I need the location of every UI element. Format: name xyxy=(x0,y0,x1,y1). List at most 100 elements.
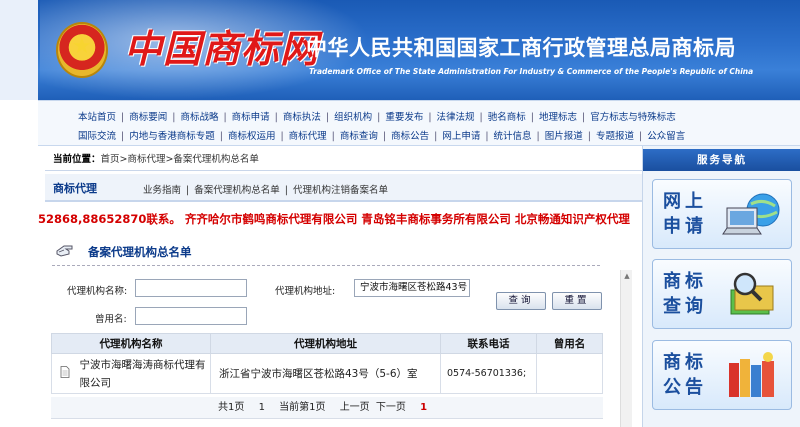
pager-count: 1 xyxy=(258,402,265,413)
nav-row1-item[interactable]: 驰名商标 xyxy=(488,112,526,123)
books-icon xyxy=(729,352,774,397)
pager-total: 共1页 xyxy=(218,402,245,413)
agency-links: 业务指南 | 备案代理机构总名单 | 代理机构注销备案名单 xyxy=(143,182,388,196)
trademark-announcement-label: 商标公告 xyxy=(663,352,707,398)
site-title-cn: 中华人民共和国国家工商行政管理总局商标局 xyxy=(306,36,736,60)
table-row[interactable]: 宁波市海曙海涛商标代理有限公司 浙江省宁波市海曙区苍松路43号（5-6）室 05… xyxy=(51,353,603,394)
nav-separator: | xyxy=(530,112,534,123)
service-nav-title: 服务导航 xyxy=(643,149,800,171)
agency-link[interactable]: 业务指南 xyxy=(143,185,181,196)
nav-separator: | xyxy=(485,131,489,142)
section-title: 备案代理机构总名单 xyxy=(88,245,192,259)
agency-subnav: 商标代理 业务指南 | 备案代理机构总名单 | 代理机构注销备案名单 xyxy=(45,174,642,202)
pager-prev-link[interactable]: 上一页 xyxy=(340,402,370,413)
content-scrollbar[interactable]: ▲ xyxy=(620,270,632,427)
scroll-up-arrow-icon[interactable]: ▲ xyxy=(621,270,633,282)
nav-separator: | xyxy=(434,131,438,142)
news-marquee[interactable]: 52868,88652870联系。 齐齐哈尔市鹤鸣商标代理有限公司 青岛铭丰商标… xyxy=(38,208,642,230)
former-name-input[interactable] xyxy=(135,307,247,325)
service-nav-panel: 服务导航 网上申请 商标查询 商标公告 xyxy=(642,146,800,427)
agency-address-label: 代理机构地址: xyxy=(275,286,336,297)
nav-row1-item[interactable]: 法律法规 xyxy=(437,112,475,123)
col-header-address: 代理机构地址 xyxy=(210,333,441,354)
nav-row2-item[interactable]: 商标代理 xyxy=(289,131,327,142)
main-nav: 本站首页 | 商标要闻 | 商标战略 | 商标申请 | 商标执法 | 组织机构 | 重要发布 | 法律法规 |… xyxy=(38,100,800,146)
national-emblem-icon: ★ xyxy=(56,22,108,78)
agency-link-separator: | xyxy=(284,185,288,196)
agency-link-separator: | xyxy=(186,185,190,196)
nav-row1-item[interactable]: 商标战略 xyxy=(180,112,218,123)
breadcrumb-path[interactable]: 首页>商标代理>备案代理机构总名单 xyxy=(101,154,259,165)
nav-separator: | xyxy=(280,131,284,142)
site-title-en: Trademark Office of The State Administra… xyxy=(309,67,754,76)
agency-section-title: 商标代理 xyxy=(53,182,97,195)
section-divider xyxy=(52,265,600,266)
nav-separator: | xyxy=(121,112,125,123)
trademark-search-card[interactable]: 商标查询 xyxy=(652,259,792,329)
nav-separator: | xyxy=(638,131,643,142)
agency-link[interactable]: 备案代理机构总名单 xyxy=(194,185,280,196)
col-header-name: 代理机构名称 xyxy=(51,333,211,354)
nav-row1-item[interactable]: 商标申请 xyxy=(232,112,270,123)
nav-row1-item[interactable]: 组织机构 xyxy=(334,112,372,123)
former-name-label: 曾用名: xyxy=(95,314,127,325)
nav-separator: | xyxy=(382,131,387,142)
site-logo[interactable]: 中国商标网 xyxy=(124,18,319,73)
nav-row1-item[interactable]: 官方标志与特殊标志 xyxy=(590,112,676,123)
online-application-label: 网上申请 xyxy=(663,191,707,237)
nav-row2-item[interactable]: 公众留言 xyxy=(647,131,685,142)
nav-separator: | xyxy=(479,112,483,123)
nav-row1-item[interactable]: 地理标志 xyxy=(539,112,577,123)
breadcrumb: 当前位置：首页>商标代理>备案代理机构总名单 xyxy=(45,149,642,171)
nav-separator: | xyxy=(223,112,227,123)
nav-separator: | xyxy=(325,112,330,123)
nav-row2-item[interactable]: 商标权运用 xyxy=(228,131,276,142)
nav-row1-item[interactable]: 重要发布 xyxy=(385,112,423,123)
col-header-phone: 联系电话 xyxy=(440,333,537,354)
reset-button[interactable]: 重置 xyxy=(552,292,602,310)
nav-row-1: 本站首页 | 商标要闻 | 商标战略 | 商标申请 | 商标执法 | 组织机构 | 重要发布 | 法律法规 |… xyxy=(78,109,676,127)
row-former-name xyxy=(536,353,603,394)
nav-row1-item[interactable]: 本站首页 xyxy=(78,112,116,123)
pointing-hand-icon xyxy=(56,245,73,257)
online-application-card[interactable]: 网上申请 xyxy=(652,179,792,249)
nav-separator: | xyxy=(274,112,278,123)
nav-separator: | xyxy=(377,112,381,123)
nav-separator: | xyxy=(536,131,540,142)
pager-page-link[interactable]: 1 xyxy=(420,402,427,413)
trademark-announcement-card[interactable]: 商标公告 xyxy=(652,340,792,410)
site-banner: ★ 中国商标网 中华人民共和国国家工商行政管理总局商标局 Trademark O… xyxy=(0,0,800,100)
nav-row2-item[interactable]: 内地与香港商标专题 xyxy=(129,131,215,142)
nav-row2-item[interactable]: 统计信息 xyxy=(494,131,532,142)
nav-separator: | xyxy=(219,131,223,142)
agency-address-input[interactable]: 宁波市海曙区苍松路43号 xyxy=(354,279,470,297)
row-agency-phone: 0574-56701336; xyxy=(440,353,537,394)
document-icon xyxy=(51,353,78,394)
left-gutter xyxy=(0,100,38,427)
agency-link[interactable]: 代理机构注销备案名单 xyxy=(293,185,388,196)
nav-separator: | xyxy=(331,131,335,142)
nav-separator: | xyxy=(428,112,432,123)
pager-next-link[interactable]: 下一页 xyxy=(376,402,406,413)
nav-row2-item[interactable]: 商标公告 xyxy=(391,131,429,142)
nav-separator: | xyxy=(121,131,125,142)
nav-row-2: 国际交流 | 内地与香港商标专题 | 商标权运用 | 商标代理 | 商标查询 | 商标公告 | 网上申请… xyxy=(78,128,685,146)
trademark-search-label: 商标查询 xyxy=(663,271,707,317)
nav-row1-item[interactable]: 商标执法 xyxy=(283,112,321,123)
nav-row1-item[interactable]: 商标要闻 xyxy=(129,112,167,123)
nav-row2-item[interactable]: 专题报道 xyxy=(596,131,634,142)
nav-row2-item[interactable]: 商标查询 xyxy=(340,131,378,142)
nav-row2-item[interactable]: 网上申请 xyxy=(442,131,480,142)
query-button[interactable]: 查询 xyxy=(496,292,546,310)
nav-row2-item[interactable]: 国际交流 xyxy=(78,131,116,142)
magnifier-book-icon xyxy=(730,272,774,315)
row-agency-name[interactable]: 宁波市海曙海涛商标代理有限公司 xyxy=(77,353,211,394)
agency-name-label: 代理机构名称: xyxy=(67,286,128,297)
pager-current: 当前第1页 xyxy=(279,402,326,413)
nav-separator: | xyxy=(581,112,586,123)
agency-results-table: 代理机构名称 代理机构地址 联系电话 曾用名 宁波市海曙海涛商标代理有限公司 浙… xyxy=(51,333,603,394)
table-header-row: 代理机构名称 代理机构地址 联系电话 曾用名 xyxy=(51,333,603,354)
col-header-former-name: 曾用名 xyxy=(536,333,603,354)
nav-row2-item[interactable]: 图片报道 xyxy=(545,131,583,142)
agency-name-input[interactable] xyxy=(135,279,247,297)
